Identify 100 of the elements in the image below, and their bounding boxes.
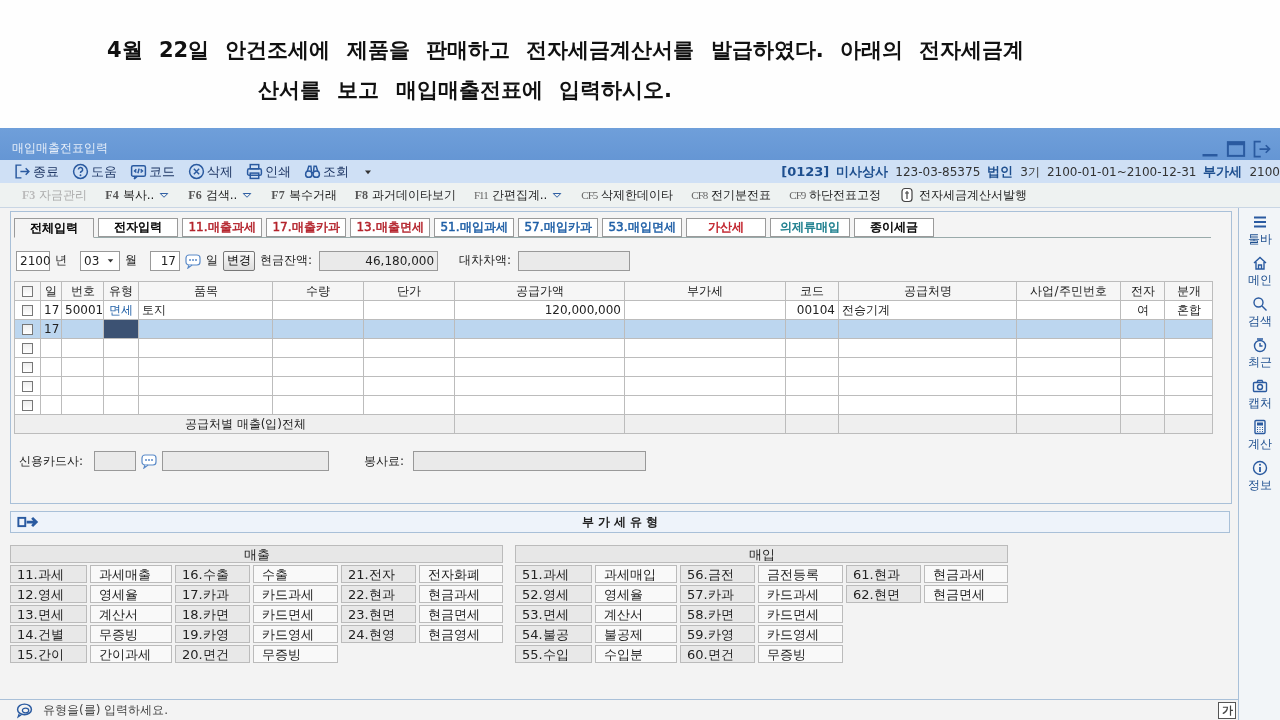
sidebar-button[interactable]: 메인: [1247, 255, 1272, 291]
vat-code-cell[interactable]: 22.현과: [341, 585, 416, 603]
vat-code-cell[interactable]: 13.면세: [10, 605, 87, 623]
vat-code-cell[interactable]: 61.현과: [846, 565, 921, 583]
tab[interactable]: 종이세금: [854, 218, 934, 237]
vat-name-cell: 카드과세: [253, 585, 338, 603]
year-field[interactable]: 2100: [16, 250, 50, 271]
sidebar-button[interactable]: 계산: [1247, 419, 1272, 455]
vat-code-cell[interactable]: 62.현면: [846, 585, 921, 603]
vat-code-cell[interactable]: 15.간이: [10, 645, 87, 663]
sidebar-button[interactable]: 툴바: [1247, 214, 1272, 250]
vat-name-cell: 카드과세: [758, 585, 843, 603]
tab[interactable]: 전자입력: [98, 218, 178, 237]
function-key-button[interactable]: 전자세금계산서발행: [899, 186, 1028, 204]
vat-code-cell[interactable]: 52.영세: [515, 585, 592, 603]
sidebar-button[interactable]: 최근: [1247, 337, 1272, 373]
checkbox[interactable]: [22, 286, 33, 297]
table-cell: 여: [1120, 300, 1165, 320]
card-code-field[interactable]: [94, 451, 137, 471]
cash-label: 현금잔액:: [260, 252, 313, 269]
checkbox[interactable]: [22, 381, 33, 392]
month-select[interactable]: 03: [80, 250, 120, 271]
function-key-button[interactable]: CF9 하단전표고정: [789, 186, 882, 204]
column-header: 코드: [785, 281, 839, 301]
vat-name-cell: 영세율: [595, 585, 677, 603]
service-fee-field[interactable]: [413, 451, 647, 471]
tab[interactable]: 17.매출카과: [266, 218, 346, 237]
tab[interactable]: 13.매출면세: [350, 218, 430, 237]
search-button[interactable]: 조회: [304, 162, 349, 181]
function-key-button[interactable]: F4 복사..: [105, 186, 171, 204]
vat-code-cell[interactable]: 51.과세: [515, 565, 592, 583]
tab[interactable]: 53.매입면세: [602, 218, 682, 237]
checkbox[interactable]: [22, 400, 33, 411]
chat-icon[interactable]: [185, 252, 201, 269]
tab[interactable]: 가산세: [686, 218, 766, 237]
delete-button[interactable]: 삭제: [188, 162, 233, 181]
help-button[interactable]: 도움: [72, 162, 117, 181]
vat-code-cell[interactable]: 55.수입: [515, 645, 592, 663]
code-button[interactable]: 코드: [130, 162, 175, 181]
sidebar-button[interactable]: 정보: [1247, 460, 1272, 496]
vat-name-cell: 무증빙: [758, 645, 843, 663]
vat-code-cell[interactable]: 12.영세: [10, 585, 87, 603]
function-key-button[interactable]: CF5 삭제한데이타: [581, 186, 674, 204]
sidebar-button[interactable]: 캡처: [1247, 378, 1272, 414]
function-key-button[interactable]: F8 과거데이타보기: [354, 186, 456, 204]
vat-code-cell[interactable]: 17.카과: [175, 585, 250, 603]
function-key-button[interactable]: CF8 전기분전표: [691, 186, 772, 204]
table-cell: 00104: [785, 300, 839, 320]
input-mode-indicator[interactable]: 가: [1218, 701, 1236, 719]
vat-code-cell[interactable]: 60.면건: [680, 645, 755, 663]
close-icon: [188, 163, 205, 180]
column-header: 유형: [103, 281, 139, 301]
vat-name-cell: 카드영세: [758, 625, 843, 643]
vat-code-cell[interactable]: 19.카영: [175, 625, 250, 643]
vat-code-cell[interactable]: 53.면세: [515, 605, 592, 623]
fiscal-year: 2100: [1249, 164, 1280, 179]
vat-code-cell[interactable]: 16.수출: [175, 565, 250, 583]
tab[interactable]: 전체입력: [14, 218, 94, 238]
vat-code-cell[interactable]: 24.현영: [341, 625, 416, 643]
tab[interactable]: 의제류매입: [770, 218, 850, 237]
window-title: 매입매출전표입력: [12, 139, 109, 157]
tab[interactable]: 51.매입과세: [434, 218, 514, 237]
function-key-button[interactable]: F6 검색..: [188, 186, 254, 204]
vat-code-cell[interactable]: 59.카영: [680, 625, 755, 643]
vat-code-cell[interactable]: 57.카과: [680, 585, 755, 603]
month-label: 월: [125, 252, 137, 269]
day-field[interactable]: 17: [150, 250, 180, 271]
vat-code-cell[interactable]: 11.과세: [10, 565, 87, 583]
vat-code-cell[interactable]: 23.현면: [341, 605, 416, 623]
vat-code-cell[interactable]: 54.불공: [515, 625, 592, 643]
checkbox[interactable]: [22, 343, 33, 354]
column-header: 수량: [272, 281, 364, 301]
function-key-button[interactable]: F7 복수거래: [271, 186, 337, 204]
vat-code-cell[interactable]: 21.전자: [341, 565, 416, 583]
vat-name-cell: 계산서: [595, 605, 677, 623]
checkbox[interactable]: [22, 362, 33, 373]
chat-icon[interactable]: [141, 453, 158, 469]
checkbox[interactable]: [22, 305, 33, 316]
vat-code-cell[interactable]: 56.금전: [680, 565, 755, 583]
vat-code-cell[interactable]: 58.카면: [680, 605, 755, 623]
function-key-button[interactable]: F11 간편집계..: [474, 186, 564, 204]
vat-name-cell: 간이과세: [90, 645, 172, 663]
sidebar-button[interactable]: 검색: [1247, 296, 1272, 332]
difference-label: 대차차액:: [459, 252, 512, 269]
close-button[interactable]: 종료: [14, 162, 59, 181]
print-button[interactable]: 인쇄: [246, 162, 291, 181]
checkbox[interactable]: [22, 324, 33, 335]
fiscal-period: 2100-01-01~2100-12-31: [1046, 164, 1197, 179]
tab[interactable]: 11.매출과세: [182, 218, 262, 237]
vat-code-cell[interactable]: 20.면건: [175, 645, 250, 663]
table-cell: 면세: [103, 300, 139, 320]
maximize-icon[interactable]: [1226, 139, 1246, 159]
vat-code-cell[interactable]: 14.건별: [10, 625, 87, 643]
vat-name-cell: 전자화폐: [419, 565, 503, 583]
vat-code-cell[interactable]: 18.카면: [175, 605, 250, 623]
card-name-field[interactable]: [162, 451, 330, 471]
tab[interactable]: 57.매입카과: [518, 218, 598, 237]
exit-icon[interactable]: [1252, 139, 1272, 159]
entity-type: 법인: [987, 162, 1014, 181]
change-button[interactable]: 변경: [223, 250, 255, 271]
